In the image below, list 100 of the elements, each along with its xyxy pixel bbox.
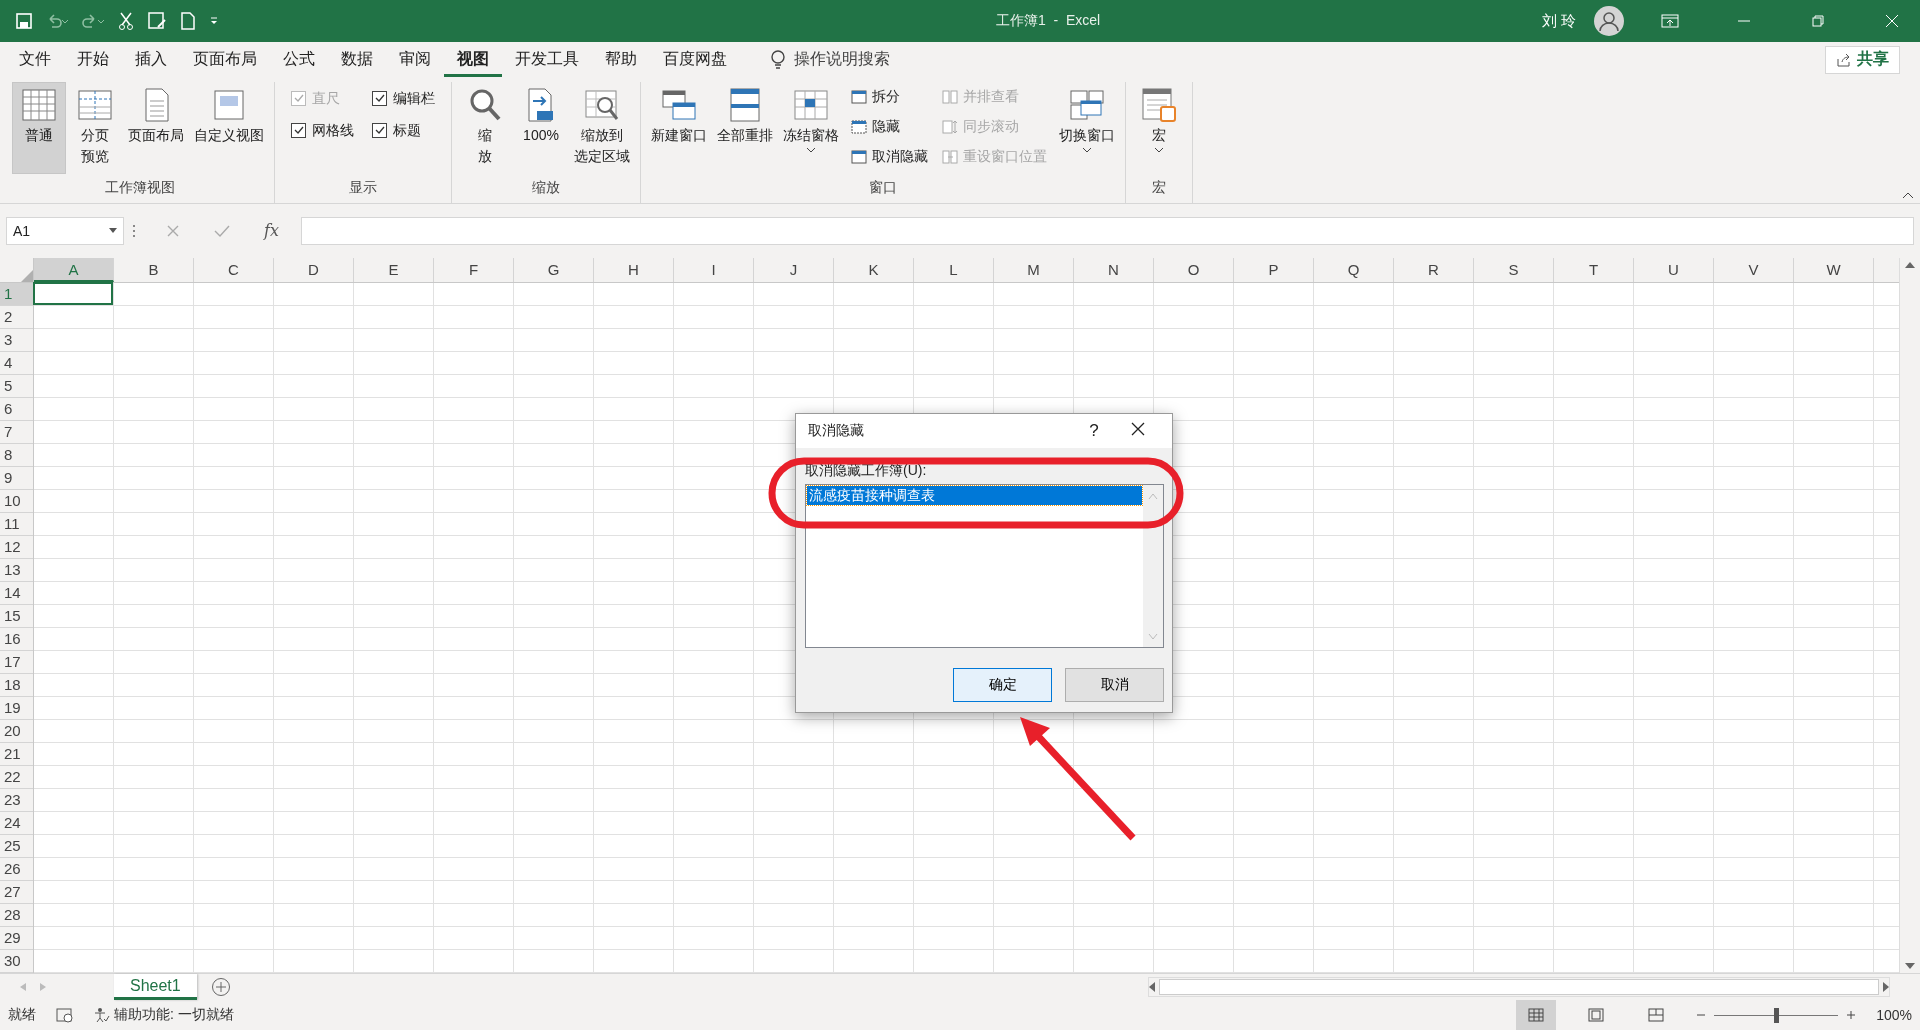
scrollbar-thumb[interactable] <box>1159 979 1879 995</box>
ribbon-button[interactable]: 拆分 <box>849 83 930 110</box>
row-header[interactable]: 23 <box>0 789 33 812</box>
sheet-tab[interactable]: Sheet1 <box>114 974 197 1000</box>
ribbon-button[interactable]: 全部重排 <box>713 81 777 174</box>
column-header[interactable]: D <box>274 258 354 282</box>
checkbox[interactable]: 标题 <box>372 121 435 140</box>
row-header[interactable]: 16 <box>0 628 33 651</box>
ribbon-button[interactable]: 新建窗口 <box>647 81 711 174</box>
row-header[interactable]: 15 <box>0 605 33 628</box>
row-header[interactable]: 25 <box>0 835 33 858</box>
row-header[interactable]: 29 <box>0 927 33 950</box>
collapse-caret-icon <box>1902 190 1914 199</box>
column-header[interactable]: E <box>354 258 434 282</box>
ribbon-tab[interactable]: 插入 <box>122 42 180 77</box>
ribbon-button[interactable]: 自定义视图 <box>190 81 268 174</box>
column-header[interactable]: L <box>914 258 994 282</box>
column-header[interactable]: I <box>674 258 754 282</box>
ribbon-tab[interactable]: 页面布局 <box>180 42 270 77</box>
row-header[interactable]: 11 <box>0 513 33 536</box>
row-header[interactable]: 26 <box>0 858 33 881</box>
ribbon-button[interactable]: 隐藏 <box>849 113 930 140</box>
column-header[interactable]: K <box>834 258 914 282</box>
normal-view-button[interactable] <box>1516 1000 1557 1030</box>
column-header[interactable]: M <box>994 258 1074 282</box>
column-header[interactable]: P <box>1234 258 1314 282</box>
checkbox[interactable]: 网格线 <box>291 121 354 140</box>
ribbon-tab[interactable]: 文件 <box>6 42 64 77</box>
ribbon-tab[interactable]: 公式 <box>270 42 328 77</box>
row-header[interactable]: 20 <box>0 720 33 743</box>
help-button[interactable]: ? <box>1072 420 1116 442</box>
column-header[interactable]: G <box>514 258 594 282</box>
ribbon-button[interactable]: 缩 放 <box>458 81 512 174</box>
row-header[interactable]: 5 <box>0 375 33 398</box>
column-header[interactable]: B <box>114 258 194 282</box>
row-header[interactable]: 21 <box>0 743 33 766</box>
column-header[interactable]: O <box>1154 258 1234 282</box>
selected-cell[interactable] <box>33 282 113 305</box>
ribbon-button[interactable]: 100% <box>514 81 568 174</box>
column-header[interactable]: U <box>1634 258 1714 282</box>
dialog-button[interactable]: 确定 <box>953 668 1052 702</box>
row-header[interactable]: 8 <box>0 444 33 467</box>
share-button[interactable]: 共享 <box>1825 45 1900 74</box>
ribbon-button[interactable]: 缩放到 选定区域 <box>570 81 634 174</box>
column-header[interactable]: T <box>1554 258 1634 282</box>
row-header[interactable]: 22 <box>0 766 33 789</box>
formula-input[interactable] <box>300 216 1914 245</box>
row-header[interactable]: 1 <box>0 283 33 306</box>
row-header[interactable]: 24 <box>0 812 33 835</box>
add-sheet-icon[interactable] <box>210 977 231 997</box>
ribbon-button[interactable]: 取消隐藏 <box>849 143 930 170</box>
column-header[interactable]: V <box>1714 258 1794 282</box>
row-header[interactable]: 27 <box>0 881 33 904</box>
window-icon <box>851 148 867 165</box>
ribbon-button[interactable]: 切换窗口 <box>1055 81 1119 174</box>
row-header[interactable]: 30 <box>0 950 33 973</box>
column-header[interactable]: C <box>194 258 274 282</box>
row-header[interactable]: 7 <box>0 421 33 444</box>
name-box[interactable]: A1 <box>6 216 124 245</box>
row-header[interactable]: 2 <box>0 306 33 329</box>
checkbox[interactable]: 编辑栏 <box>372 89 435 108</box>
list-item[interactable]: 流感疫苗接种调查表 <box>807 486 1142 505</box>
column-header[interactable]: H <box>594 258 674 282</box>
row-header[interactable]: 4 <box>0 352 33 375</box>
row-header[interactable]: 9 <box>0 467 33 490</box>
row-header[interactable]: 28 <box>0 904 33 927</box>
row-header[interactable]: 12 <box>0 536 33 559</box>
ribbon-tab[interactable]: 视图 <box>444 42 502 77</box>
column-header[interactable]: W <box>1794 258 1874 282</box>
ribbon-tab[interactable]: 审阅 <box>386 42 444 77</box>
search-field[interactable]: 操作说明搜索 <box>794 49 890 71</box>
row-header[interactable]: 3 <box>0 329 33 352</box>
ribbon-tab[interactable]: 帮助 <box>592 42 650 77</box>
row-header[interactable]: 19 <box>0 697 33 720</box>
row-header[interactable]: 18 <box>0 674 33 697</box>
ribbon-tab[interactable]: 开始 <box>64 42 122 77</box>
column-header[interactable]: F <box>434 258 514 282</box>
checkmark-icon <box>293 126 304 136</box>
column-header[interactable]: Q <box>1314 258 1394 282</box>
row-header[interactable]: 6 <box>0 398 33 421</box>
row-header[interactable]: 10 <box>0 490 33 513</box>
ribbon-button[interactable]: 页面布局 <box>124 81 188 174</box>
column-header[interactable]: J <box>754 258 834 282</box>
ribbon-button[interactable]: 冻结窗格 <box>779 81 843 174</box>
slider-thumb[interactable] <box>1774 1007 1780 1023</box>
ribbon-button[interactable]: 普通 <box>12 81 66 174</box>
ribbon-button[interactable]: 宏 <box>1132 81 1186 174</box>
row-header[interactable]: 13 <box>0 559 33 582</box>
ribbon-tab[interactable]: 百度网盘 <box>650 42 740 77</box>
column-header[interactable]: A <box>34 258 114 282</box>
row-header[interactable]: 14 <box>0 582 33 605</box>
column-header[interactable]: R <box>1394 258 1474 282</box>
ribbon-tab[interactable]: 数据 <box>328 42 386 77</box>
column-header[interactable]: N <box>1074 258 1154 282</box>
insert-function-button[interactable]: fx <box>264 221 279 241</box>
column-header[interactable]: S <box>1474 258 1554 282</box>
ribbon-button[interactable]: 分页 预览 <box>68 81 122 174</box>
row-header[interactable]: 17 <box>0 651 33 674</box>
dialog-button[interactable]: 取消 <box>1065 668 1164 702</box>
ribbon-tab[interactable]: 开发工具 <box>502 42 592 77</box>
